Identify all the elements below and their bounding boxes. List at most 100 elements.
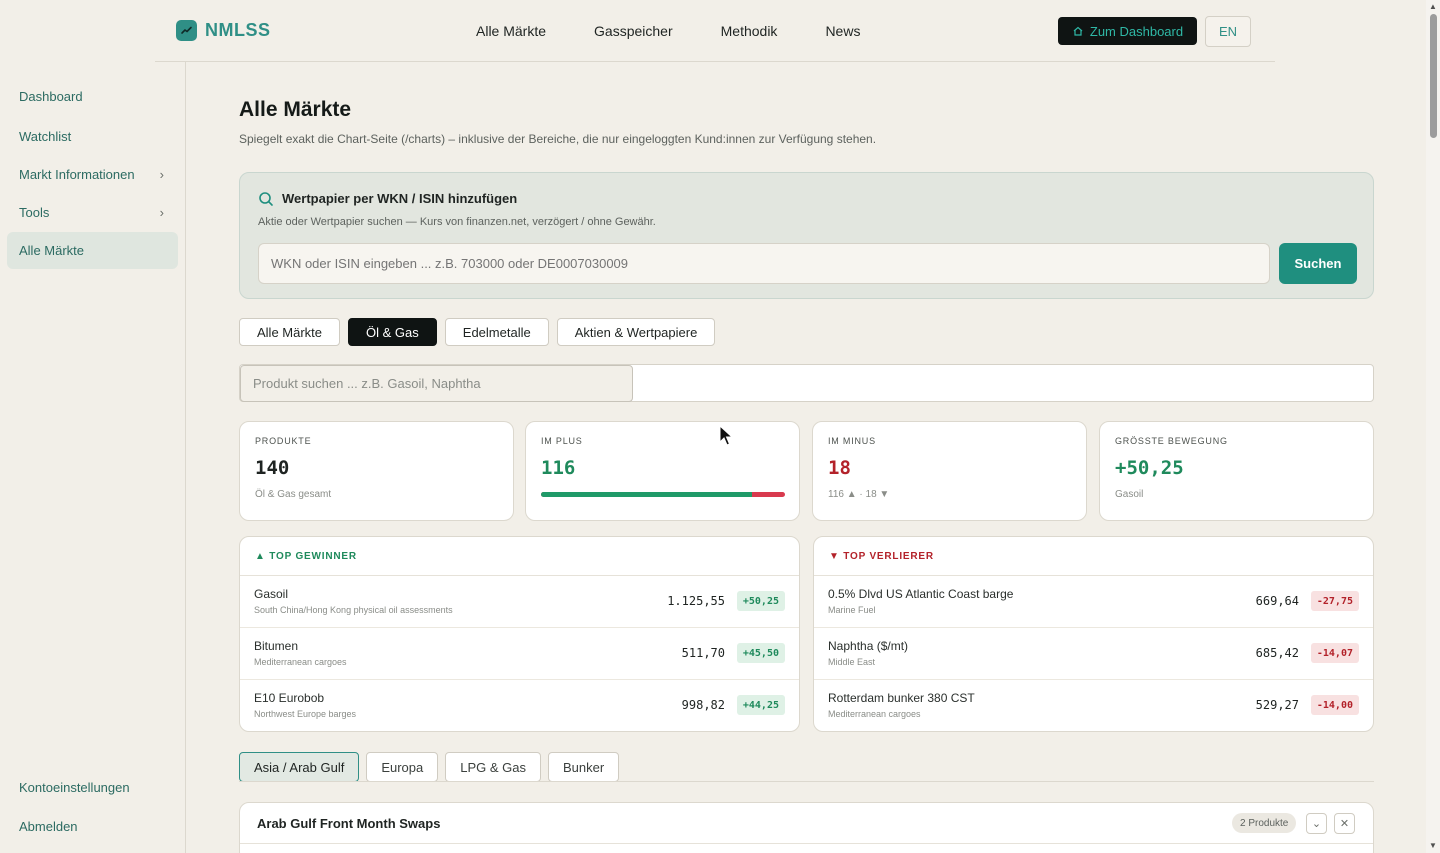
product-desc: Mediterranean cargoes [254, 657, 347, 667]
search-button[interactable]: Suchen [1279, 243, 1357, 284]
page-scrollbar[interactable]: ▲ ▼ [1426, 0, 1440, 853]
sidebar-item-label: Abmelden [19, 819, 78, 834]
wkn-search-card: Wertpapier per WKN / ISIN hinzufügen Akt… [239, 172, 1374, 299]
product-name: 0.5% Dlvd US Atlantic Coast barge [828, 587, 1014, 601]
nav-link-gasspeicher[interactable]: Gasspeicher [594, 23, 673, 39]
stat-value: 116 [541, 457, 576, 479]
top-gainers-panel: ▲ TOP GEWINNER Gasoil South China/Hong K… [239, 536, 800, 732]
product-desc: Northwest Europe barges [254, 709, 357, 719]
nav-divider [155, 61, 1275, 62]
tab-alle-maerkte[interactable]: Alle Märkte [239, 318, 341, 346]
sidebar-item-tools[interactable]: Tools › [7, 194, 178, 231]
scrollbar-thumb[interactable] [1430, 14, 1437, 138]
change-badge: -27,75 [1310, 591, 1359, 611]
product-name: Naphtha ($/mt) [828, 639, 909, 653]
category-tabs: Alle Märkte Öl & Gas Edelmetalle Aktien … [239, 318, 716, 346]
product-desc: Marine Fuel [828, 605, 876, 615]
table-row[interactable]: Bitumen Mediterranean cargoes 511,70 +45… [240, 628, 799, 680]
product-price: 998,82 [681, 698, 725, 712]
stat-label: GRÖSSTE BEWEGUNG [1115, 436, 1228, 446]
table-row[interactable]: Naphtha ($/mt) Middle East 685,42 -14,07 [814, 628, 1373, 680]
product-search-bar: Produkt suchen ... z.B. Gasoil, Naphtha [239, 364, 1374, 402]
ratio-bar-fill [541, 492, 753, 497]
sidebar-item-label: Alle Märkte [19, 243, 85, 258]
product-name: Bitumen [254, 639, 299, 653]
close-icon: ✕ [1339, 818, 1350, 830]
product-name: Rotterdam bunker 380 CST [828, 691, 975, 705]
sidebar-item-label: Kontoeinstellungen [19, 780, 130, 795]
tab-lpg-gas[interactable]: LPG & Gas [445, 752, 541, 782]
tab-bunker[interactable]: Bunker [548, 752, 620, 782]
search-icon [259, 192, 273, 206]
product-group-card: Arab Gulf Front Month Swaps 2 Produkte ⌄… [239, 802, 1374, 853]
dashboard-button[interactable]: Zum Dashboard [1058, 17, 1197, 45]
stat-note: Gasoil [1115, 489, 1144, 500]
table-row[interactable]: E10 Eurobob Northwest Europe barges 998,… [240, 680, 799, 731]
product-desc: South China/Hong Kong physical oil asses… [254, 605, 453, 615]
sidebar-item-label: Dashboard [19, 89, 83, 104]
brand-name[interactable]: NMLSS [205, 20, 271, 41]
stat-card-produkte: PRODUKTE 140 Öl & Gas gesamt [239, 421, 514, 521]
top-gainers-title: ▲ TOP GEWINNER [240, 537, 799, 576]
page-title: Alle Märkte [239, 98, 352, 121]
dashboard-button-label: Zum Dashboard [1089, 23, 1184, 39]
sidebar-item-label: Tools [19, 205, 50, 220]
tab-aktien-wertpapiere[interactable]: Aktien & Wertpapiere [556, 318, 716, 346]
table-row[interactable]: Rotterdam bunker 380 CST Mediterranean c… [814, 680, 1373, 731]
stat-card-im-minus: IM MINUS 18 116 ▲ · 18 ▼ [812, 421, 1087, 521]
close-button[interactable]: ✕ [1334, 813, 1355, 834]
sidebar-item-markt-informationen[interactable]: Markt Informationen › [7, 156, 178, 193]
stat-label: IM PLUS [541, 436, 583, 446]
nav-link-alle-maerkte[interactable]: Alle Märkte [476, 23, 546, 39]
tab-asia-arab-gulf[interactable]: Asia / Arab Gulf [239, 752, 360, 782]
chevron-right-icon: › [159, 205, 164, 220]
table-row[interactable]: 0.5% Dlvd US Atlantic Coast barge Marine… [814, 576, 1373, 628]
wkn-isin-input[interactable] [258, 243, 1270, 284]
stat-value: 18 [828, 457, 851, 479]
logo-icon[interactable] [176, 20, 197, 41]
sidebar-item-kontoeinstellungen[interactable]: Kontoeinstellungen [7, 769, 178, 806]
product-price: 529,27 [1255, 698, 1299, 712]
scroll-up-arrow-icon[interactable]: ▲ [1429, 2, 1437, 11]
nav-link-methodik[interactable]: Methodik [721, 23, 778, 39]
sidebar-item-watchlist[interactable]: Watchlist [7, 118, 178, 155]
product-search-input[interactable]: Produkt suchen ... z.B. Gasoil, Naphtha [240, 365, 633, 402]
tab-oel-gas[interactable]: Öl & Gas [348, 318, 437, 346]
stat-value: 140 [255, 457, 290, 479]
table-row[interactable]: Gasoil South China/Hong Kong physical oi… [240, 576, 799, 628]
main-nav: Alle Märkte Gasspeicher Methodik News [476, 23, 860, 39]
sidebar-item-abmelden[interactable]: Abmelden [7, 808, 178, 845]
page-subtitle: Spiegelt exakt die Chart-Seite (/charts)… [239, 132, 877, 146]
language-button[interactable]: EN [1205, 16, 1251, 47]
sidebar-item-dashboard[interactable]: Dashboard [7, 78, 178, 115]
nav-link-news[interactable]: News [825, 23, 860, 39]
sidebar-item-alle-maerkte[interactable]: Alle Märkte [7, 232, 178, 269]
product-count-badge: 2 Produkte [1232, 813, 1297, 833]
chevron-right-icon: › [159, 167, 164, 182]
home-icon [1073, 26, 1083, 36]
change-badge: +45,50 [736, 643, 785, 663]
stat-label: PRODUKTE [255, 436, 312, 446]
group-title: Arab Gulf Front Month Swaps [257, 816, 441, 831]
change-badge: -14,07 [1310, 643, 1359, 663]
change-badge: +50,25 [736, 591, 785, 611]
top-losers-title: ▼ TOP VERLIERER [814, 537, 1373, 576]
product-desc: Mediterranean cargoes [828, 709, 921, 719]
stat-card-groesste-bewegung: GRÖSSTE BEWEGUNG +50,25 Gasoil [1099, 421, 1374, 521]
group-divider [240, 843, 1373, 844]
sidebar-item-label: Watchlist [19, 129, 72, 144]
tab-edelmetalle[interactable]: Edelmetalle [444, 318, 549, 346]
product-price: 511,70 [681, 646, 725, 660]
product-price: 669,64 [1255, 594, 1299, 608]
wkn-search-subtitle: Aktie oder Wertpapier suchen — Kurs von … [258, 216, 656, 228]
region-tabs: Asia / Arab Gulf Europa LPG & Gas Bunker [239, 752, 620, 782]
stat-value: +50,25 [1115, 457, 1184, 479]
product-price: 685,42 [1255, 646, 1299, 660]
product-search-placeholder: Produkt suchen ... z.B. Gasoil, Naphtha [253, 376, 481, 391]
stat-note: 116 ▲ · 18 ▼ [828, 489, 890, 500]
tab-europa[interactable]: Europa [366, 752, 439, 782]
scroll-down-arrow-icon[interactable]: ▼ [1429, 841, 1437, 850]
collapse-button[interactable]: ⌄ [1306, 813, 1327, 834]
stat-label: IM MINUS [828, 436, 876, 446]
product-name: Gasoil [254, 587, 289, 601]
